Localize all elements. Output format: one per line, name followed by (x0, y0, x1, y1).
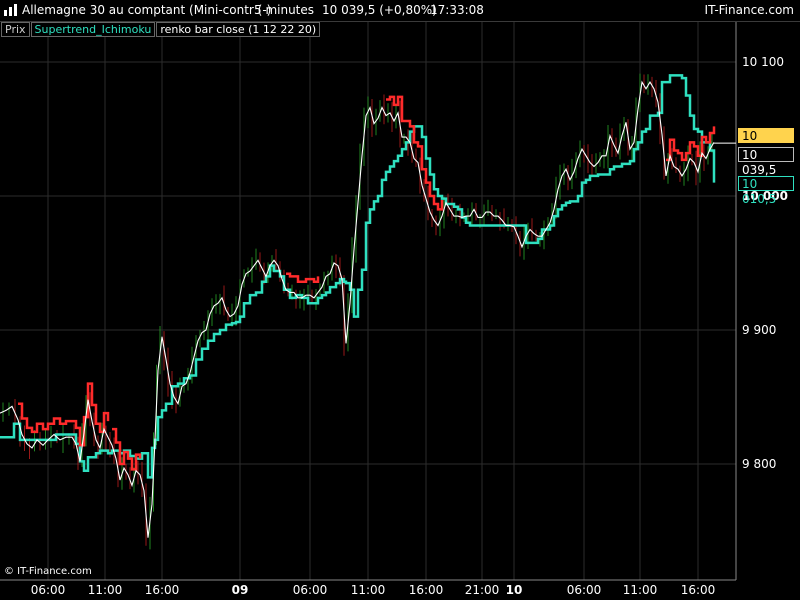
last-price-tag: 10 039,5 (738, 128, 794, 158)
time-tick-label: 11:00 (350, 583, 386, 597)
title-bar: Allemagne 30 au comptant (Mini-contr (-)… (0, 0, 800, 22)
supertrend-price-tag: 10 010,5 (738, 176, 794, 206)
time-tick-label: 16:00 (144, 583, 180, 597)
time-tick-label: 06:00 (292, 583, 328, 597)
last-quote: 10 039,5 (+0,80%) (322, 3, 437, 17)
legend-supertrend[interactable]: Supertrend_Ichimoku (30, 22, 156, 37)
brand-name: IT-Finance.com (704, 3, 794, 17)
instrument-name: Allemagne 30 au comptant (Mini-contr (-) (22, 3, 272, 17)
copyright: © IT-Finance.com (4, 566, 92, 577)
indicator-legend: Prix Supertrend_Ichimoku renko bar close… (1, 22, 321, 37)
price-tick-label: 9 800 (742, 457, 777, 471)
price-tick-label: 10 100 (742, 55, 784, 69)
close-price-tag: 10 039,5 (738, 147, 794, 177)
time-tick-label: 11:00 (622, 583, 658, 597)
time-tick-label: 06:00 (566, 583, 602, 597)
time-tick-label: 11:00 (87, 583, 123, 597)
time-tick-label: 06:00 (30, 583, 66, 597)
legend-price[interactable]: Prix (1, 22, 30, 37)
timeframe: 5 minutes (254, 3, 315, 17)
price-chart[interactable] (0, 22, 800, 600)
price-tick-label: 9 900 (742, 323, 777, 337)
time-tick-label: 10 (505, 583, 523, 597)
time-tick-label: 16:00 (680, 583, 716, 597)
time-tick-label: 16:00 (408, 583, 444, 597)
time-tick-label: 09 (231, 583, 249, 597)
time-tick-label: 21:00 (464, 583, 500, 597)
clock-time: 17:33:08 (430, 3, 484, 17)
bar-chart-icon (4, 4, 17, 16)
legend-renko[interactable]: renko bar close (1 12 22 20) (156, 22, 321, 37)
